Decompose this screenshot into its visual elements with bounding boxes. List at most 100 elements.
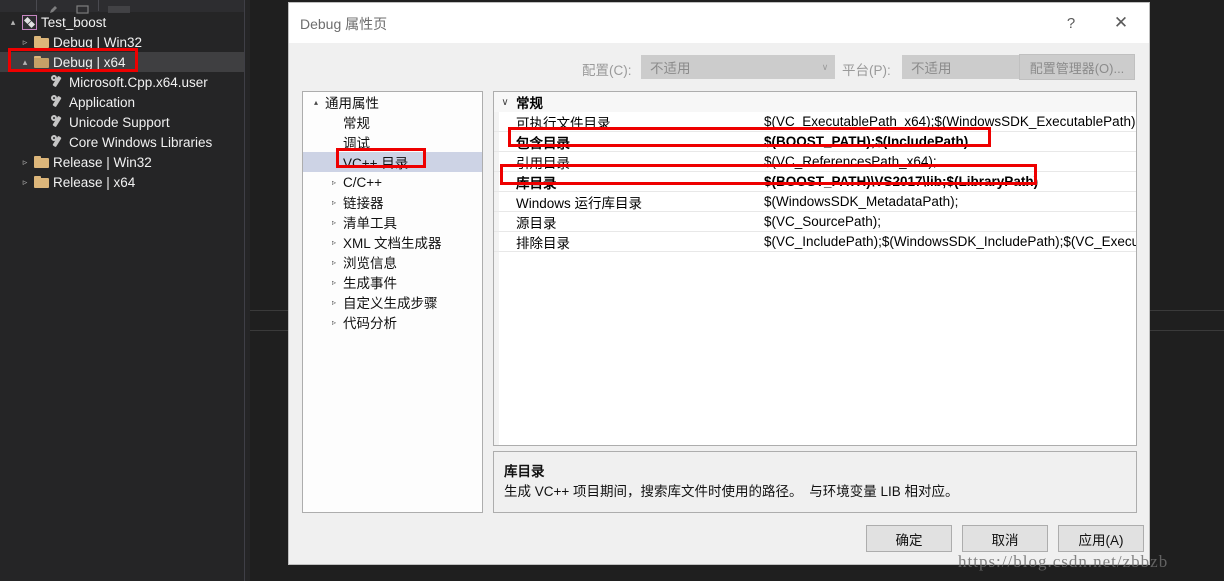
solution-tree-item[interactable]: Core Windows Libraries [0,132,244,152]
property-page-tree-item-label: 链接器 [343,196,384,211]
configuration-value: 不适用 [650,61,691,76]
expand-arrow-icon[interactable]: ▹ [326,218,342,227]
property-page-tree-item-label: C/C++ [343,174,383,190]
property-pages-dialog: Debug 属性页 ? ✕ 配置(C): 不适用 ∨ 平台(P): 不适用 ∨ … [288,2,1150,565]
property-page-tree-item[interactable]: ▹ 生成事件 [303,272,482,292]
solution-explorer-toolbar[interactable] [0,0,244,14]
expand-arrow-icon[interactable]: ▹ [18,32,32,52]
solution-tree-item-label: Debug | x64 [53,54,126,70]
property-name: 引用目录 [516,155,570,171]
solution-tree-item[interactable]: ▹ Debug | Win32 [0,32,244,52]
property-page-tree-item-label: 常规 [343,116,370,131]
property-value[interactable]: $(VC_SourcePath); [764,214,1136,229]
grid-rows-container: 可执行文件目录 $(VC_ExecutablePath_x64);$(Window… [494,112,1136,252]
property-page-tree-item-label: 代码分析 [343,316,397,331]
property-grid-row[interactable]: 包含目录 $(BOOST_PATH);$(IncludePath) [494,132,1136,152]
grid-group-header[interactable]: ∨ 常规 [494,92,1136,112]
description-title: 库目录 [504,464,545,479]
collapse-arrow-icon[interactable]: ▴ [6,12,20,32]
collapse-arrow-icon[interactable]: ▴ [18,52,32,72]
configuration-manager-button[interactable]: 配置管理器(O)... [1019,54,1135,80]
expand-arrow-icon[interactable]: ▹ [326,178,342,187]
property-value[interactable]: $(WindowsSDK_MetadataPath); [764,194,1136,209]
property-value[interactable]: $(VC_ExecutablePath_x64);$(WindowsSDK_Ex… [764,114,1136,129]
expand-arrow-icon[interactable]: ▹ [326,278,342,287]
property-page-tree-item[interactable]: ▹ 浏览信息 [303,252,482,272]
solution-tree-item[interactable]: Application [0,92,244,112]
property-grid[interactable]: ∨ 常规 可执行文件目录 $(VC_ExecutablePath_x64);$(W… [493,91,1137,446]
search-box-toolbar[interactable] [108,1,130,13]
property-page-tree-item[interactable]: VC++ 目录 [303,152,482,172]
property-value[interactable]: $(BOOST_PATH)\VS2017\lib;$(LibraryPath) [764,174,1136,189]
property-page-tree-item[interactable]: ▹ C/C++ [303,172,482,192]
description-panel: 库目录 生成 VC++ 项目期间，搜索库文件时使用的路径。 与环境变量 LIB … [493,451,1137,513]
solution-tree-item[interactable]: ▹ Release | x64 [0,172,244,192]
ok-button[interactable]: 确定 [866,525,952,552]
property-page-tree-item[interactable]: ▹ 自定义生成步骤 [303,292,482,312]
property-page-tree-item[interactable]: 常规 [303,112,482,132]
property-page-tree-item[interactable]: ▹ 清单工具 [303,212,482,232]
property-name: 排除目录 [516,235,570,251]
property-grid-row[interactable]: 排除目录 $(VC_IncludePath);$(WindowsSDK_Inclu… [494,232,1136,252]
property-page-tree-item-label: VC++ 目录 [343,156,409,171]
chevron-down-icon: ∨ [821,61,829,72]
project-icon [20,14,38,30]
property-page-tree[interactable]: ▴ 通用属性 常规 调试 VC++ 目录 ▹ C/C++ ▹ 链接器 ▹ 清单工具 ▹ XML 文档生成… [302,91,483,513]
property-page-tree-item[interactable]: 调试 [303,132,482,152]
expand-arrow-icon[interactable]: ▹ [18,172,32,192]
solution-tree-item-label: Test_boost [41,14,107,30]
description-body: 生成 VC++ 项目期间，搜索库文件时使用的路径。 与环境变量 LIB 相对应。 [504,484,959,499]
property-value[interactable]: $(VC_ReferencesPath_x64); [764,154,1136,169]
wrench-toolbar-icon[interactable] [46,1,60,13]
wrench-icon [48,113,66,129]
solution-tree-item-label: Application [69,94,136,110]
solution-tree-item-label: Release | x64 [53,174,136,190]
window-toolbar-icon[interactable] [76,1,90,14]
toolbar-separator [36,0,37,11]
property-grid-row[interactable]: 引用目录 $(VC_ReferencesPath_x64); [494,152,1136,172]
grid-group-label: 常规 [516,96,543,111]
property-name: 库目录 [516,175,557,191]
chevron-down-icon[interactable]: ∨ [494,97,516,108]
toolbar-separator [98,0,99,11]
collapse-arrow-icon[interactable]: ▴ [308,98,324,107]
expand-arrow-icon[interactable]: ▹ [18,152,32,172]
property-page-tree-item[interactable]: ▹ 链接器 [303,192,482,212]
solution-tree-item[interactable]: Unicode Support [0,112,244,132]
wrench-icon [48,133,66,149]
solution-tree-item-label: Core Windows Libraries [69,134,213,150]
expand-arrow-icon[interactable]: ▹ [326,318,342,327]
cancel-button[interactable]: 取消 [962,525,1048,552]
solution-tree-item-label: Microsoft.Cpp.x64.user [69,74,208,90]
solution-tree-item-label: Release | Win32 [53,154,152,170]
expand-arrow-icon[interactable]: ▹ [326,298,342,307]
watermark-text: https://blog.csdn.net/zbbzb [958,552,1169,571]
property-value[interactable]: $(BOOST_PATH);$(IncludePath) [764,134,1136,149]
configuration-dropdown[interactable]: 不适用 ∨ [641,55,835,79]
solution-tree-item[interactable]: ▴ Test_boost [0,12,244,32]
expand-arrow-icon[interactable]: ▹ [326,258,342,267]
property-page-tree-item[interactable]: ▹ XML 文档生成器 [303,232,482,252]
property-page-tree-item[interactable]: ▹ 代码分析 [303,312,482,332]
close-icon[interactable]: ✕ [1105,9,1137,37]
wrench-icon [48,73,66,89]
folder-icon [32,36,50,48]
property-page-tree-item-label: 浏览信息 [343,256,397,271]
expand-arrow-icon[interactable]: ▹ [326,198,342,207]
property-grid-row[interactable]: 源目录 $(VC_SourcePath); [494,212,1136,232]
solution-tree-item[interactable]: ▹ Release | Win32 [0,152,244,172]
expand-arrow-icon[interactable]: ▹ [326,238,342,247]
property-grid-row[interactable]: Windows 运行库目录 $(WindowsSDK_MetadataPath); [494,192,1136,212]
solution-tree-item[interactable]: Microsoft.Cpp.x64.user [0,72,244,92]
solution-tree-item-label: Debug | Win32 [53,34,143,50]
solution-explorer-panel: ▴ Test_boost ▹ Debug | Win32 ▴ Debug | x64 Mic… [0,0,245,581]
property-page-tree-item-label: 通用属性 [325,96,379,111]
property-grid-row[interactable]: 可执行文件目录 $(VC_ExecutablePath_x64);$(Window… [494,112,1136,132]
property-grid-row[interactable]: 库目录 $(BOOST_PATH)\VS2017\lib;$(LibraryPat… [494,172,1136,192]
apply-button[interactable]: 应用(A) [1058,525,1144,552]
property-page-tree-item[interactable]: ▴ 通用属性 [303,92,482,112]
property-value[interactable]: $(VC_IncludePath);$(WindowsSDK_IncludePa… [764,234,1136,249]
property-page-tree-item-label: XML 文档生成器 [343,236,442,251]
solution-tree-item[interactable]: ▴ Debug | x64 [0,52,244,72]
help-icon[interactable]: ? [1055,9,1087,37]
